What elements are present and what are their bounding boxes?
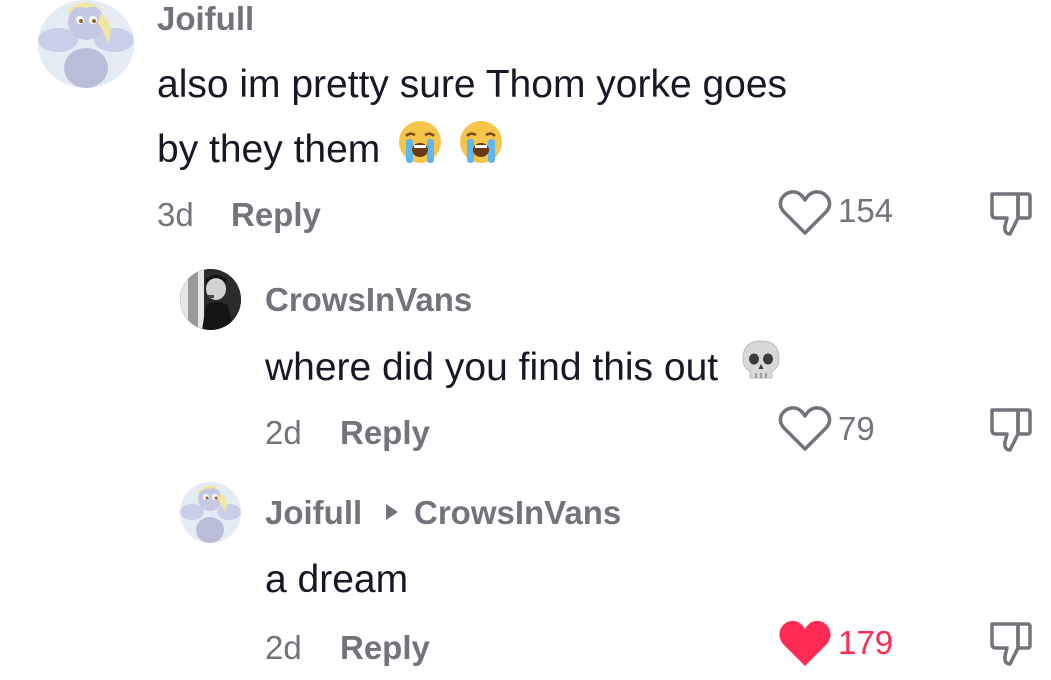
reply-to-arrow-icon xyxy=(385,503,399,526)
comment-text: where did you find this out xyxy=(265,346,719,389)
like-count: 154 xyxy=(838,192,894,229)
pony-avatar-icon xyxy=(180,482,241,543)
thumbs-down-icon xyxy=(990,622,1032,666)
skull-icon xyxy=(739,337,783,402)
comment-text-line-2: by they them xyxy=(157,117,504,185)
avatar[interactable] xyxy=(180,482,241,543)
loudly-crying-face-icon xyxy=(397,119,443,185)
dislike-button[interactable] xyxy=(988,188,1034,243)
reply-button[interactable]: Reply xyxy=(231,196,321,234)
comment-username[interactable]: CrowsInVans xyxy=(265,281,472,319)
heart-filled-icon xyxy=(779,620,831,666)
comment-text: by they them xyxy=(157,128,381,171)
comment-username[interactable]: Joifull xyxy=(157,0,254,38)
dislike-button[interactable] xyxy=(988,618,1034,673)
heart-outline-icon xyxy=(778,190,832,235)
comment-username[interactable]: Joifull xyxy=(265,494,362,532)
like-button[interactable] xyxy=(777,619,833,674)
pony-avatar-icon xyxy=(38,0,134,88)
like-count: 79 xyxy=(838,410,875,447)
comment-text-line: where did you find this out xyxy=(265,335,783,402)
avatar[interactable] xyxy=(38,0,134,88)
comment-age: 3d xyxy=(157,196,194,233)
dislike-button[interactable] xyxy=(988,404,1034,459)
like-button[interactable] xyxy=(778,189,832,242)
loudly-crying-face-icon xyxy=(458,119,504,185)
thumbs-down-icon xyxy=(990,408,1032,452)
thumbs-down-icon xyxy=(990,192,1032,236)
reply-to-username[interactable]: CrowsInVans xyxy=(414,494,621,532)
like-button[interactable] xyxy=(778,405,832,458)
avatar[interactable] xyxy=(180,269,241,330)
comment-age: 2d xyxy=(265,414,302,451)
comment-text-line-1: also im pretty sure Thom yorke goes xyxy=(157,63,788,106)
singer-photo-avatar-icon xyxy=(180,269,241,330)
heart-outline-icon xyxy=(778,406,832,451)
reply-button[interactable]: Reply xyxy=(340,414,430,452)
like-count: 179 xyxy=(838,624,894,661)
comment-text: a dream xyxy=(265,558,409,601)
comment-age: 2d xyxy=(265,629,302,666)
reply-button[interactable]: Reply xyxy=(340,629,430,667)
